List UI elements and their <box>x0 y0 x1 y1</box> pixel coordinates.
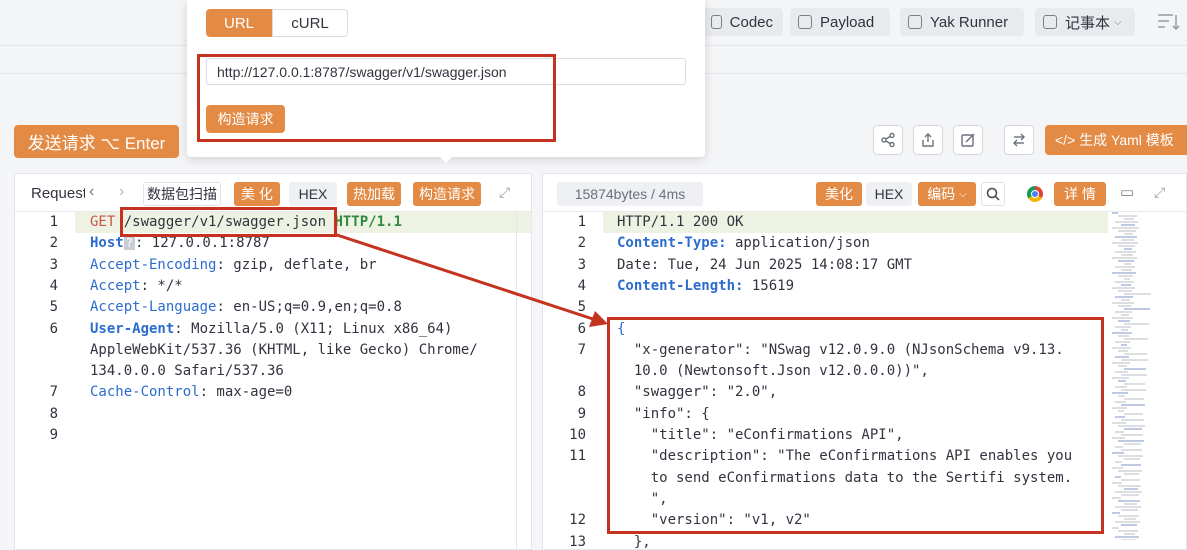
code-token: Accept-Language <box>90 299 217 316</box>
line-number: 7 <box>49 384 58 401</box>
annotation-arrow <box>333 232 608 327</box>
response-beautify-button[interactable]: 美化 <box>816 182 862 206</box>
code-line: Content-Length: 15619 <box>617 278 794 294</box>
yak-runner-button[interactable]: Yak Runner <box>900 8 1024 36</box>
response-size-badge: 15874bytes / 4ms <box>557 182 703 206</box>
code-line: 134.0.0.0 Safari/537.36 <box>90 363 284 379</box>
packet-scan-button[interactable]: 数据包扫描 <box>143 182 221 206</box>
line-number: 5 <box>49 299 58 316</box>
code-token: Host <box>90 235 124 252</box>
code-line: Accept: */* <box>90 278 183 294</box>
swap-icon[interactable] <box>1004 125 1034 155</box>
build-request-button[interactable]: 构造请求 <box>413 182 481 206</box>
code-token: 134.0.0.0 Safari/537.36 <box>90 363 284 380</box>
code-token: Accept <box>90 277 141 294</box>
code-token: Content-Type: <box>617 235 727 252</box>
code-token: GET <box>90 214 124 230</box>
response-toolbar: 15874bytes / 4ms 美化 HEX 编码 ⌵ 详 情 ▭ ⤢ <box>543 174 1186 212</box>
code-line: HTTP/1.1 200 OK <box>617 214 743 230</box>
line-number: 9 <box>49 427 58 443</box>
response-hex-button[interactable]: HEX <box>866 182 912 206</box>
code-token: }, <box>617 533 651 550</box>
code-token: application/json <box>726 235 870 252</box>
code-token: Accept-Encoding <box>90 256 217 273</box>
code-token: ? <box>123 236 135 251</box>
code-line: Cache-Control: max-age=0 <box>90 384 292 400</box>
code-token: User-Agent <box>90 320 175 337</box>
edit-icon[interactable] <box>953 125 983 155</box>
send-request-button[interactable]: 发送请求 ⌥ Enter <box>14 125 179 158</box>
response-minimap[interactable] <box>1110 210 1166 541</box>
chevron-down-icon: ⌵ <box>959 188 967 200</box>
code-token: : max-age=0 <box>199 384 293 401</box>
code-token: : 127.0.0.1:8787 <box>134 235 270 252</box>
line-number: 8 <box>49 405 58 422</box>
notebook-button[interactable]: 记事本 ⌵ <box>1035 8 1135 36</box>
tab-curl[interactable]: cURL <box>272 9 348 37</box>
code-token: : */* <box>140 277 183 294</box>
details-button[interactable]: 详 情 <box>1054 182 1106 206</box>
annotation-box-request-path <box>120 207 337 237</box>
terminal-icon <box>908 15 922 29</box>
code-line: Date: Tue, 24 Jun 2025 14:08:17 GMT <box>617 257 912 273</box>
line-number: 3 <box>49 256 58 273</box>
line-number: 9 <box>577 405 586 422</box>
line-number: 13 <box>569 533 586 550</box>
chrome-icon[interactable] <box>1027 186 1043 202</box>
sort-icon[interactable] <box>1157 12 1181 32</box>
code-line: }, <box>617 534 651 550</box>
chevron-left-icon[interactable]: ‹ <box>89 183 94 201</box>
code-line: Content-Type: application/json <box>617 235 870 251</box>
code-token: 15619 <box>743 277 795 294</box>
line-number: 1 <box>49 214 58 230</box>
fullscreen-icon[interactable]: ⤢ <box>1154 184 1165 201</box>
search-icon[interactable] <box>981 182 1005 206</box>
annotation-box-response-json <box>607 317 1104 534</box>
beautify-button[interactable]: 美 化 <box>234 182 280 206</box>
code-token: Date: Tue, 24 Jun 2025 14:08:17 GMT <box>617 256 913 273</box>
hex-button[interactable]: HEX <box>289 182 337 206</box>
tab-url[interactable]: URL <box>206 9 272 37</box>
code-token: Cache-Control <box>90 384 200 401</box>
fullscreen-icon[interactable]: ⤢ <box>499 184 510 201</box>
chevron-down-icon: ⌵ <box>1114 16 1122 28</box>
line-number: 11 <box>569 448 586 465</box>
hotload-button[interactable]: 热加载 <box>347 182 401 206</box>
line-number: 6 <box>49 320 58 337</box>
comment-icon[interactable]: ▭ <box>1120 183 1134 201</box>
code-token: HTTP/1.1 200 OK <box>617 214 744 230</box>
annotation-box-popup <box>197 54 556 142</box>
popup-arrow <box>438 155 454 163</box>
export-icon[interactable] <box>913 125 943 155</box>
chevron-right-icon[interactable]: › <box>119 183 124 201</box>
line-number: 10 <box>569 427 586 443</box>
code-token: Content-Length: <box>617 277 744 294</box>
line-number: 2 <box>49 235 58 252</box>
notebook-icon <box>1043 15 1057 29</box>
line-number: 4 <box>49 277 58 294</box>
codec-button[interactable]: Codec <box>703 8 783 36</box>
code-line: Host?: 127.0.0.1:8787 <box>90 235 270 251</box>
line-number: 7 <box>577 341 586 358</box>
share-icon[interactable] <box>873 125 903 155</box>
encode-dropdown[interactable]: 编码 ⌵ <box>918 182 976 206</box>
line-number: 12 <box>569 512 586 529</box>
request-title: Request <box>31 185 85 202</box>
payload-icon <box>798 15 812 29</box>
code-token: AppleWebKit/537.36 (KHTML, like Gecko) C… <box>90 341 478 358</box>
payload-button[interactable]: Payload <box>790 8 890 36</box>
line-number: 8 <box>577 384 586 401</box>
codec-icon <box>711 15 722 29</box>
generate-yaml-button[interactable]: </> 生成 Yaml 模板 <box>1045 125 1187 155</box>
code-line: AppleWebKit/537.36 (KHTML, like Gecko) C… <box>90 342 478 358</box>
